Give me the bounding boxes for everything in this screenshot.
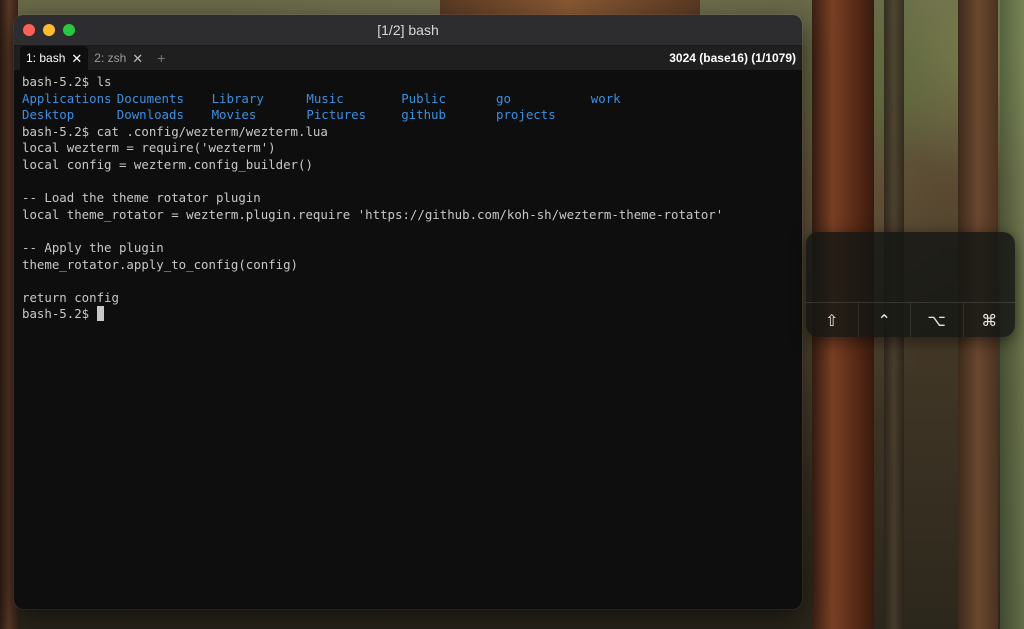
terminal-line: bash-5.2$ ls xyxy=(22,74,112,89)
terminal-line: -- Load the theme rotator plugin xyxy=(22,190,261,206)
modifier-keys-panel: ⇧ ⌃ ⌥ ⌘ xyxy=(806,232,1015,337)
terminal-line: local theme_rotator = wezterm.plugin.req… xyxy=(22,206,724,222)
ls-entry: Applications xyxy=(22,90,112,106)
control-key-icon[interactable]: ⌃ xyxy=(859,303,911,337)
ls-entry: work xyxy=(590,90,621,106)
command-key-icon[interactable]: ⌘ xyxy=(964,303,1016,337)
modifier-keys: ⇧ ⌃ ⌥ ⌘ xyxy=(806,303,1015,337)
ls-output-row: Applications Documents Library Music Public g… xyxy=(22,91,794,108)
key-panel-display xyxy=(806,232,1015,303)
tab-label: 1: bash xyxy=(26,51,66,65)
option-key-icon[interactable]: ⌥ xyxy=(911,303,964,337)
ls-entry: Pictures xyxy=(306,107,367,123)
status-indicator: 3024 (base16) (1/1079) xyxy=(669,51,796,65)
tab-bar: 1: bash ✕ 2: zsh ✕ + 3024 (base16) (1/10… xyxy=(14,46,802,70)
shell-prompt: bash-5.2$ xyxy=(22,306,97,322)
terminal-line: return config xyxy=(22,289,119,305)
prompt-line[interactable]: bash-5.2$ xyxy=(22,306,794,323)
ls-entry: Desktop xyxy=(22,107,75,123)
terminal-line: local wezterm = require('wezterm') xyxy=(22,140,276,156)
ls-entry xyxy=(591,107,686,124)
tab-label: 2: zsh xyxy=(94,51,127,65)
terminal-line: theme_rotator.apply_to_config(config) xyxy=(22,256,299,272)
ls-entry: github xyxy=(401,107,446,123)
window-title: [1/2] bash xyxy=(377,22,439,38)
ls-entry: Public xyxy=(401,90,446,106)
terminal-window: [1/2] bash 1: bash ✕ 2: zsh ✕ + 3024 (ba… xyxy=(14,15,802,609)
ls-entry: go xyxy=(495,90,511,106)
ls-entry: projects xyxy=(495,107,556,123)
background-sky xyxy=(440,0,700,16)
terminal-line: bash-5.2$ cat .config/wezterm/wezterm.lu… xyxy=(22,123,328,139)
shift-key-icon[interactable]: ⇧ xyxy=(806,303,859,337)
terminal-output[interactable]: bash-5.2$ ls Applications Documents Library… xyxy=(14,70,802,327)
text-cursor xyxy=(96,306,104,322)
title-bar[interactable]: [1/2] bash xyxy=(14,15,802,46)
close-tab-icon[interactable]: ✕ xyxy=(71,52,82,65)
terminal-line: local config = wezterm.config_builder() xyxy=(22,156,313,172)
ls-entry: Movies xyxy=(211,107,257,123)
tab-bash[interactable]: 1: bash ✕ xyxy=(20,46,89,70)
new-tab-button[interactable]: + xyxy=(149,50,173,66)
ls-entry: Documents xyxy=(116,90,184,106)
terminal-line: -- Apply the plugin xyxy=(22,239,164,255)
ls-entry: Library xyxy=(211,90,264,106)
ls-output-row: Desktop Downloads Movies Pictures github proj… xyxy=(22,107,794,124)
ls-entry: Downloads xyxy=(116,107,184,123)
close-tab-icon[interactable]: ✕ xyxy=(132,52,143,65)
ls-entry: Music xyxy=(306,90,344,106)
tab-zsh[interactable]: 2: zsh ✕ xyxy=(88,47,149,69)
